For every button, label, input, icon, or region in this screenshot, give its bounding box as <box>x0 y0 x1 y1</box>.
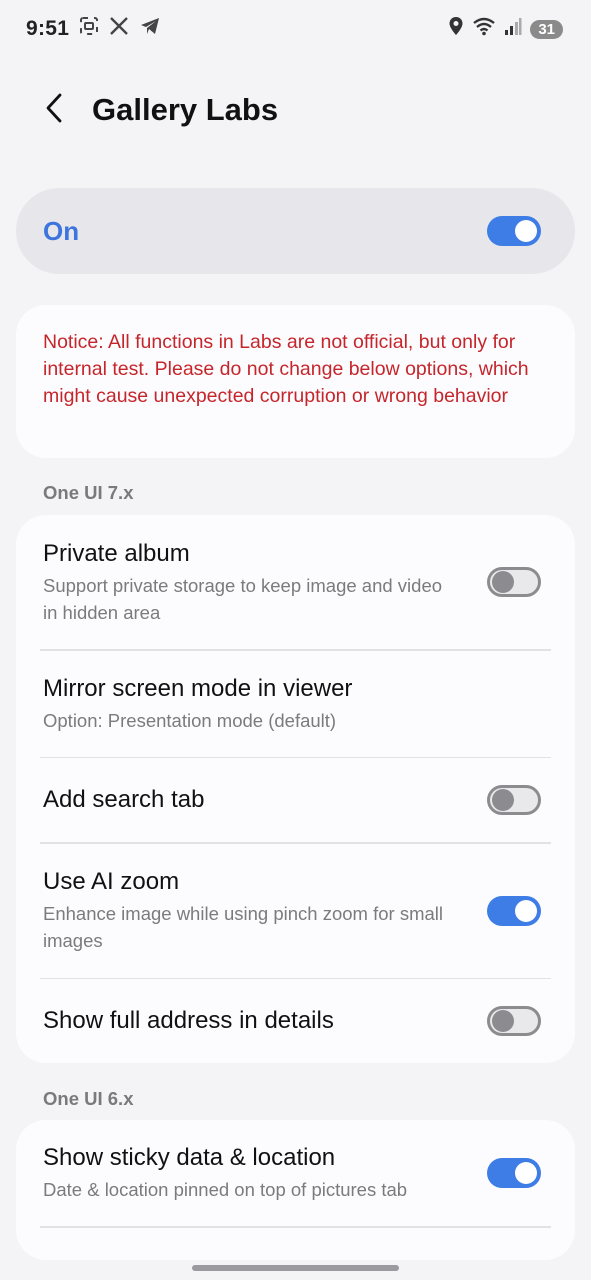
battery-indicator: 31 <box>530 19 563 39</box>
section-label-one-ui-7: One UI 7.x <box>43 482 134 503</box>
setting-title: Add search tab <box>43 786 205 813</box>
setting-row-mirror-screen[interactable]: Mirror screen mode in viewer Option: Pre… <box>16 651 575 757</box>
setting-row-add-search-tab[interactable]: Add search tab <box>16 758 575 842</box>
toggle-knob <box>492 571 514 593</box>
setting-title: Show full address in details <box>43 1007 334 1034</box>
page-title: Gallery Labs <box>92 92 279 127</box>
toggle-knob <box>515 1162 537 1184</box>
setting-row-private-album[interactable]: Private album Support private storage to… <box>16 515 575 649</box>
add-search-tab-toggle[interactable] <box>487 785 541 815</box>
private-album-toggle[interactable] <box>487 567 541 597</box>
master-switch-row[interactable]: On <box>16 188 575 274</box>
status-right: 31 <box>448 16 563 42</box>
status-left: 9:51 <box>26 16 161 42</box>
toggle-knob <box>515 220 537 242</box>
status-bar: 9:51 31 <box>0 0 591 58</box>
status-time: 9:51 <box>26 17 70 40</box>
telegram-icon <box>139 16 161 42</box>
setting-row-full-address[interactable]: Show full address in details <box>16 979 575 1063</box>
master-switch-label: On <box>43 215 80 246</box>
x-icon <box>109 16 129 42</box>
sticky-data-toggle[interactable] <box>487 1158 541 1188</box>
signal-icon <box>504 16 522 42</box>
setting-row-ai-zoom[interactable]: Use AI zoom Enhance image while using pi… <box>16 844 575 978</box>
setting-subtitle: Enhance image while using pinch zoom for… <box>43 903 444 951</box>
full-address-toggle[interactable] <box>487 1006 541 1036</box>
setting-subtitle: Support private storage to keep image an… <box>43 574 443 623</box>
settings-card-one-ui-7: Private album Support private storage to… <box>16 515 575 1063</box>
back-button[interactable] <box>26 82 82 138</box>
setting-title: Mirror screen mode in viewer <box>43 674 353 702</box>
setting-subtitle: Date & location pinned on top of picture… <box>43 1179 408 1200</box>
divider <box>40 1226 551 1228</box>
screenshot-icon <box>79 16 99 42</box>
setting-title: Show sticky data & location <box>43 1144 336 1171</box>
app-header: Gallery Labs <box>0 82 591 138</box>
gesture-nav-handle[interactable] <box>192 1265 399 1271</box>
setting-row-sticky-data[interactable]: Show sticky data & location Date & locat… <box>16 1120 575 1226</box>
wifi-icon <box>472 16 496 42</box>
toggle-knob <box>515 899 537 922</box>
toggle-knob <box>492 789 514 811</box>
section-label-one-ui-6: One UI 6.x <box>43 1088 134 1109</box>
ai-zoom-toggle[interactable] <box>487 895 541 926</box>
settings-card-one-ui-6: Show sticky data & location Date & locat… <box>16 1120 575 1260</box>
setting-title: Private album <box>43 539 190 567</box>
notice-card: Notice: All functions in Labs are not of… <box>16 305 575 458</box>
master-switch-toggle[interactable] <box>487 216 541 246</box>
chevron-left-icon <box>44 92 64 129</box>
notice-text: Notice: All functions in Labs are not of… <box>43 331 529 408</box>
setting-subtitle: Option: Presentation mode (default) <box>43 709 337 731</box>
location-icon <box>448 16 464 42</box>
toggle-knob <box>492 1010 514 1032</box>
setting-title: Use AI zoom <box>43 868 180 895</box>
